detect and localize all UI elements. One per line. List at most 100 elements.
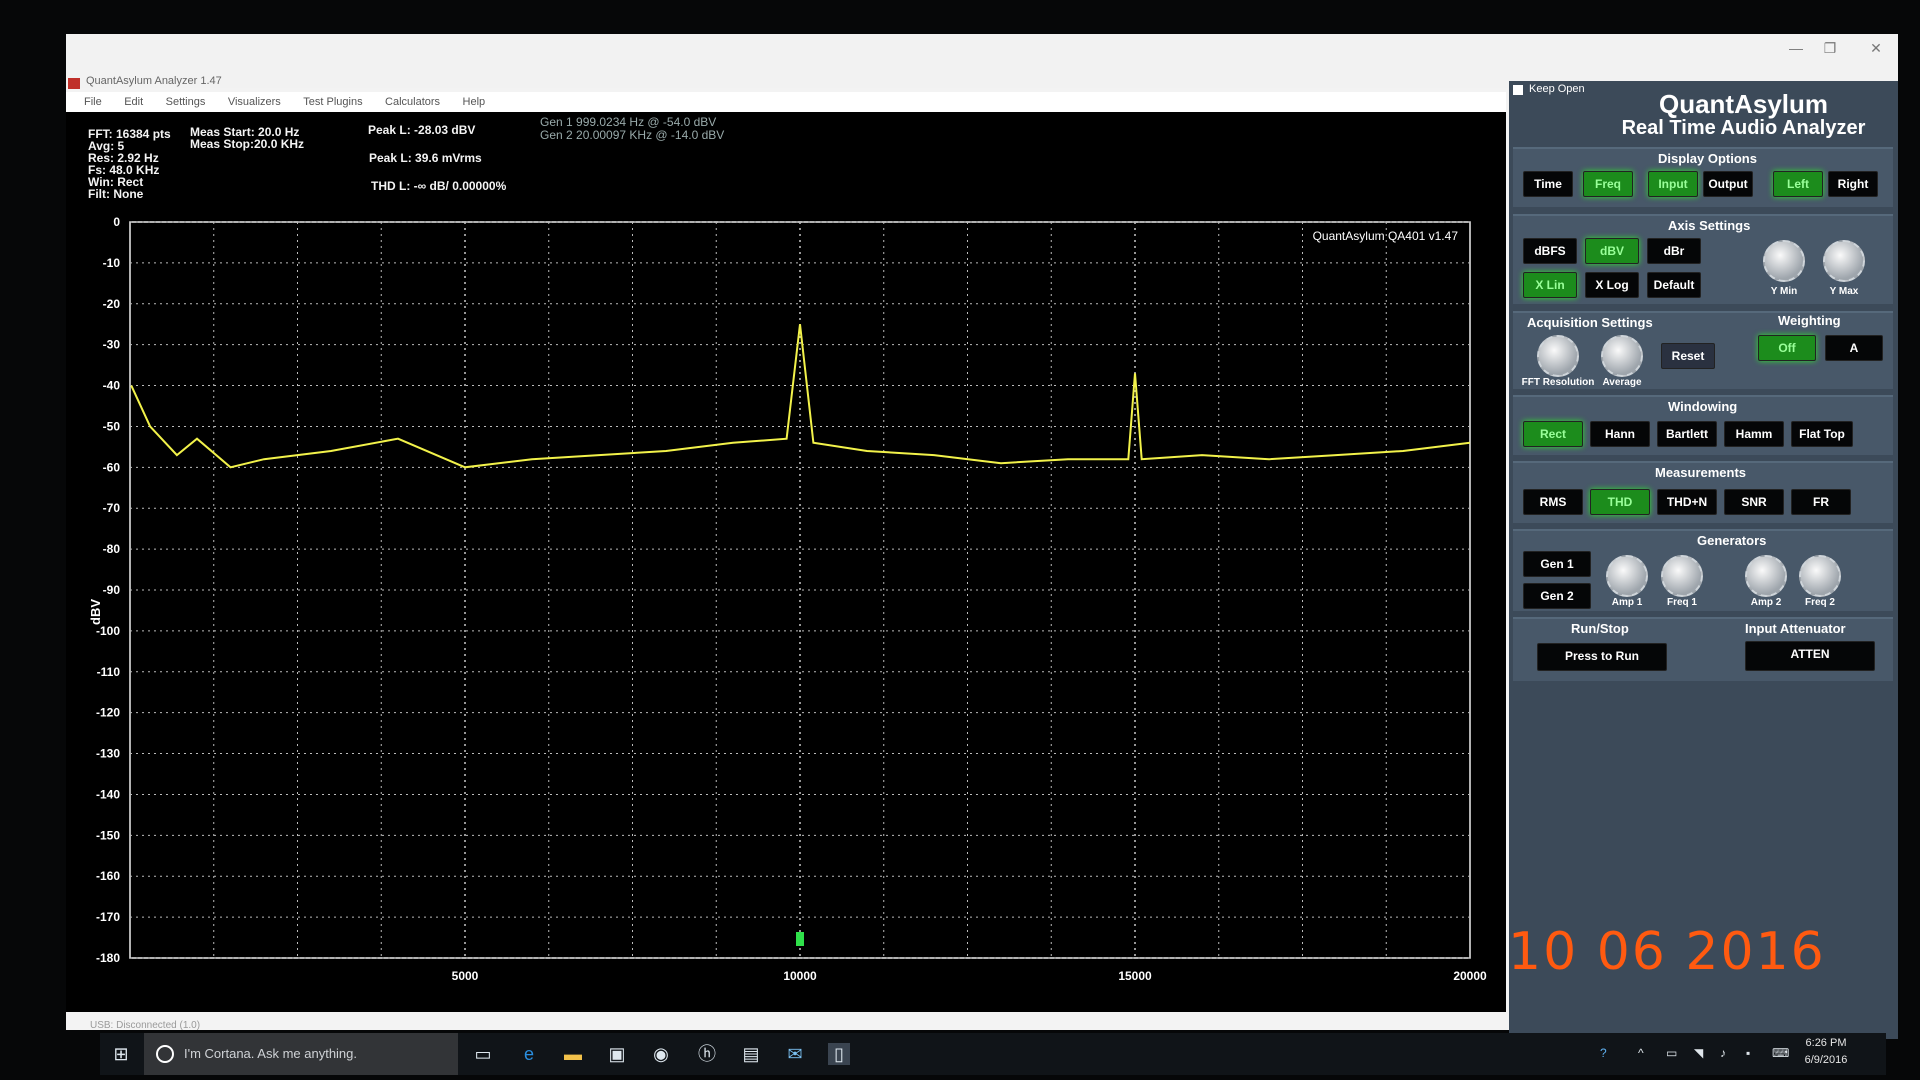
windowing-label: Windowing — [1668, 399, 1738, 414]
y-min-knob[interactable] — [1763, 240, 1805, 282]
reset-button[interactable]: Reset — [1661, 343, 1715, 369]
press-to-run-button[interactable]: Press to Run — [1537, 643, 1667, 671]
input-button[interactable]: Input — [1648, 171, 1698, 197]
menu-help[interactable]: Help — [463, 92, 486, 112]
freq-button[interactable]: Freq — [1583, 171, 1633, 197]
app-icon-circle[interactable]: ◉ — [650, 1043, 672, 1065]
dbr-button[interactable]: dBr — [1647, 238, 1701, 264]
x-tick-label: 20000 — [1453, 969, 1487, 983]
y-tick-label: -30 — [103, 338, 121, 352]
freq1-knob[interactable] — [1661, 555, 1703, 597]
cortana-search[interactable]: I'm Cortana. Ask me anything. — [144, 1033, 458, 1075]
y-max-knob[interactable] — [1823, 240, 1865, 282]
left-button[interactable]: Left — [1773, 171, 1823, 197]
snr-button[interactable]: SNR — [1724, 489, 1784, 515]
quantasylum-taskbar-icon[interactable]: ▯ — [828, 1043, 850, 1065]
notification-icon[interactable]: ▪ — [1746, 1046, 1750, 1060]
cortana-icon — [156, 1045, 174, 1063]
measurements-label: Measurements — [1655, 465, 1747, 480]
menu-file[interactable]: File — [84, 92, 102, 112]
fr-button[interactable]: FR — [1791, 489, 1851, 515]
flat-top-button[interactable]: Flat Top — [1791, 421, 1853, 447]
gen2-button[interactable]: Gen 2 — [1523, 583, 1591, 609]
cortana-placeholder: I'm Cortana. Ask me anything. — [184, 1046, 358, 1061]
right-button[interactable]: Right — [1828, 171, 1878, 197]
close-button[interactable]: ✕ — [1856, 38, 1896, 58]
fft-resolution-knob[interactable] — [1537, 335, 1579, 377]
thd-n-button[interactable]: THD+N — [1657, 489, 1717, 515]
store-icon[interactable]: ▣ — [606, 1043, 628, 1065]
hann-button[interactable]: Hann — [1590, 421, 1650, 447]
y-max-label: Y Max — [1829, 286, 1859, 297]
windows-start-icon[interactable]: ⊞ — [110, 1043, 132, 1065]
taskbar: ⊞ I'm Cortana. Ask me anything. ▭ e ▬ ▣ … — [100, 1033, 1886, 1075]
time-button[interactable]: Time — [1523, 171, 1573, 197]
menu-test-plugins[interactable]: Test Plugins — [303, 92, 362, 112]
gen1-button[interactable]: Gen 1 — [1523, 551, 1591, 577]
battery-icon[interactable]: ▭ — [1666, 1046, 1677, 1060]
maximize-button[interactable]: ❐ — [1810, 38, 1850, 58]
freq1-label: Freq 1 — [1666, 597, 1697, 608]
control-panel: Keep Open QuantAsylum Real Time Audio An… — [1509, 81, 1898, 1039]
menu-visualizers[interactable]: Visualizers — [228, 92, 281, 112]
weighting-a-button[interactable]: A — [1825, 335, 1883, 361]
dbfs-button[interactable]: dBFS — [1523, 238, 1577, 264]
y-tick-label: -100 — [96, 624, 120, 638]
freq2-knob[interactable] — [1799, 555, 1841, 597]
menu-edit[interactable]: Edit — [124, 92, 143, 112]
menu-settings[interactable]: Settings — [166, 92, 206, 112]
spectrum-chart: 0 -10 -20 -30 -40 -50 -60 -70 -80 -90 -100 -110 -120… — [88, 215, 1487, 983]
bartlett-button[interactable]: Bartlett — [1657, 421, 1717, 447]
clock-date: 6/9/2016 — [1804, 1054, 1848, 1066]
keep-open-checkbox[interactable] — [1513, 85, 1523, 95]
keyboard-icon[interactable]: ⌨ — [1772, 1046, 1789, 1060]
rect-button[interactable]: Rect — [1523, 421, 1583, 447]
weighting-label: Weighting — [1778, 313, 1841, 328]
y-tick-label: -110 — [97, 665, 121, 679]
y-tick-label: -130 — [96, 747, 120, 761]
x-tick-label: 5000 — [452, 969, 479, 983]
y-tick-label: -60 — [103, 460, 121, 474]
chevron-up-icon[interactable]: ^ — [1638, 1046, 1644, 1060]
wifi-icon[interactable]: ◥ — [1694, 1046, 1703, 1060]
amp1-knob[interactable] — [1606, 555, 1648, 597]
x-lin-button[interactable]: X Lin — [1523, 272, 1577, 298]
document-icon[interactable]: ▤ — [740, 1043, 762, 1065]
axis-settings-label: Axis Settings — [1668, 218, 1751, 233]
task-view-icon[interactable]: ▭ — [472, 1043, 494, 1065]
app-icon — [68, 78, 80, 89]
menu-calculators[interactable]: Calculators — [385, 92, 440, 112]
status-bar: USB: Disconnected (1.0) — [90, 1020, 201, 1031]
brand-subtitle: Real Time Audio Analyzer — [1621, 117, 1866, 139]
volume-icon[interactable]: ♪ — [1720, 1046, 1726, 1060]
file-explorer-icon[interactable]: ▬ — [562, 1043, 584, 1065]
default-button[interactable]: Default — [1647, 272, 1701, 298]
display-options-section: Display Options Time Freq Input Output L… — [1513, 147, 1893, 207]
system-clock[interactable]: 6:26 PM 6/9/2016 — [1798, 1035, 1854, 1069]
date-overlay: 10 06 2016 — [1508, 922, 1826, 982]
axis-settings-section: Axis Settings dBFS dBV dBr X Lin X Log D… — [1513, 214, 1893, 304]
y-tick-label: -90 — [103, 583, 121, 597]
dbv-button[interactable]: dBV — [1585, 238, 1639, 264]
y-tick-label: -160 — [96, 869, 120, 883]
atten-button[interactable]: ATTEN — [1745, 641, 1875, 671]
hamm-button[interactable]: Hamm — [1724, 421, 1784, 447]
output-button[interactable]: Output — [1703, 171, 1753, 197]
average-knob[interactable] — [1601, 335, 1643, 377]
edge-browser-icon[interactable]: e — [518, 1043, 540, 1065]
help-tray-icon[interactable]: ? — [1600, 1046, 1607, 1060]
weighting-off-button[interactable]: Off — [1758, 335, 1816, 361]
freq2-label: Freq 2 — [1804, 597, 1835, 608]
clock-time: 6:26 PM — [1805, 1037, 1847, 1049]
thd-button[interactable]: THD — [1590, 489, 1650, 515]
rms-button[interactable]: RMS — [1523, 489, 1583, 515]
chart-title: QuantAsylum QA401 v1.47 — [1313, 229, 1459, 243]
x-log-button[interactable]: X Log — [1585, 272, 1639, 298]
display-options-label: Display Options — [1658, 151, 1757, 166]
y-tick-label: -140 — [96, 787, 120, 801]
frequency-marker[interactable] — [796, 932, 804, 946]
mail-icon[interactable]: ✉ — [784, 1043, 806, 1065]
amp2-knob[interactable] — [1745, 555, 1787, 597]
x-axis-ticks: 5000 10000 15000 20000 — [452, 969, 1487, 983]
hp-icon[interactable]: ⓗ — [696, 1043, 718, 1065]
